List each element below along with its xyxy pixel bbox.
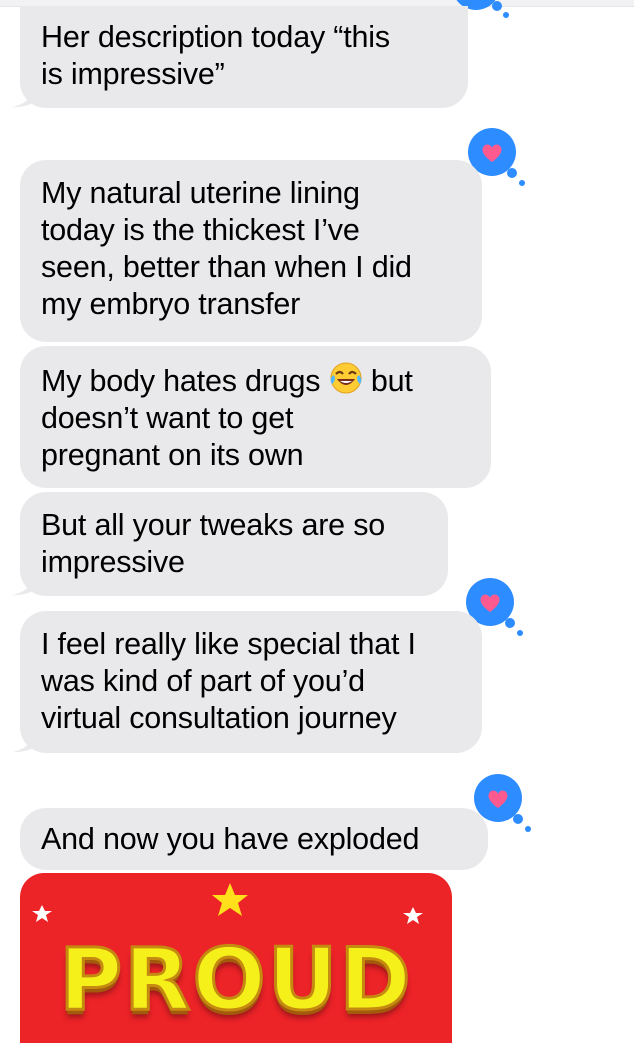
message-bubble-2[interactable]: My natural uterine lining today is the t… — [20, 160, 482, 342]
face-with-tears-of-joy-icon — [330, 362, 362, 394]
message-text: My body hates drugs but doesn’t want to … — [41, 361, 469, 474]
message-text: Her description today “this is impressiv… — [41, 20, 390, 91]
bubble-tail — [12, 731, 36, 753]
message-bubble-5[interactable]: I feel really like special that I was ki… — [12, 611, 482, 753]
message-bubble-1[interactable]: Her description today “this is impressiv… — [12, 6, 468, 108]
bubble-tail — [12, 574, 36, 596]
bubble-tail — [12, 86, 36, 108]
message-text: My natural uterine lining today is the t… — [41, 176, 412, 321]
message-bubble-3[interactable]: My body hates drugs but doesn’t want to … — [20, 346, 491, 488]
message-bubble-4[interactable]: But all your tweaks are so impressive — [12, 492, 448, 596]
sticker-word: PROUD — [58, 929, 413, 1032]
message-text: I feel really like special that I was ki… — [41, 627, 416, 735]
message-text: But all your tweaks are so impressive — [41, 508, 386, 579]
message-text: And now you have exploded — [41, 822, 420, 856]
message-bubble-6[interactable]: And now you have exploded — [20, 808, 488, 870]
